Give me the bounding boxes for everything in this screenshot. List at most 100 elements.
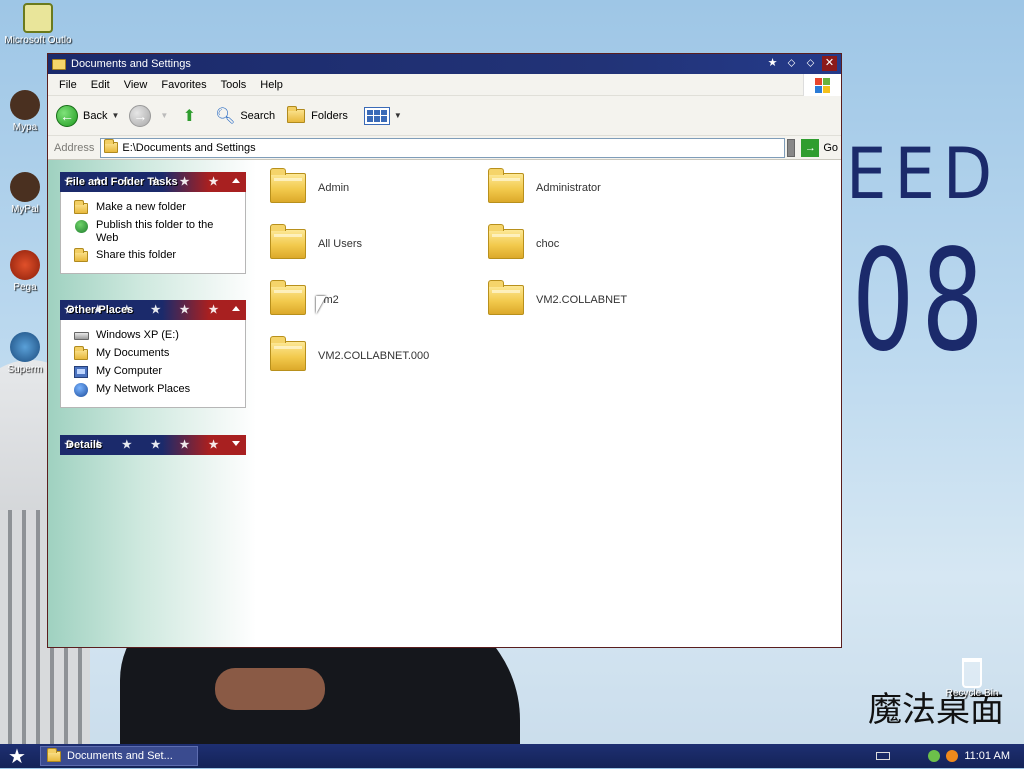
clock[interactable]: 11:01 AM <box>964 750 1010 762</box>
keyboard-icon[interactable] <box>876 752 891 760</box>
menu-favorites[interactable]: Favorites <box>154 79 213 91</box>
folder-item-choc[interactable]: choc <box>488 224 560 259</box>
panel-title: Other Places <box>66 304 134 316</box>
folder-item-vm2-collabnet[interactable]: VM2.COLLABNET <box>488 280 627 315</box>
minimize-button[interactable]: ⬦ <box>784 56 799 71</box>
panel-header[interactable]: ★ ★ ★ ★ ★ ★ ★ ★ Other Places <box>60 300 246 320</box>
folder-icon <box>270 336 306 371</box>
address-bar: Address E:\Documents and Settings → Go <box>48 136 841 160</box>
drive-icon <box>73 329 89 343</box>
toolbar: ← Back ▼ → ▼ ⬆ 🔍︎ Search Folders ▼ <box>48 96 841 136</box>
task-share-folder[interactable]: Share this folder <box>73 247 237 263</box>
share-folder-icon <box>73 247 89 263</box>
up-folder-button[interactable]: ⬆ <box>178 105 204 127</box>
folder-icon <box>488 224 524 259</box>
folder-item-administrator[interactable]: Administrator <box>488 168 601 203</box>
outlook-icon <box>23 3 53 33</box>
desktop-icon-superm[interactable]: Superm <box>0 332 50 375</box>
views-button[interactable]: ▼ <box>363 106 402 125</box>
panel-header[interactable]: ★ ★ ★ ★ ★ ★ ★ ★ File and Folder Tasks <box>60 172 246 192</box>
place-windows-xp-drive[interactable]: Windows XP (E:) <box>73 329 237 343</box>
menu-help[interactable]: Help <box>253 79 290 91</box>
details-panel: ★ ★ ★ ★ ★ ★ ★ ★ Details <box>60 435 246 455</box>
menu-edit[interactable]: Edit <box>84 79 117 91</box>
address-field[interactable]: E:\Documents and Settings <box>100 137 786 158</box>
menu-view[interactable]: View <box>117 79 155 91</box>
chevron-up-icon[interactable] <box>232 178 240 183</box>
desktop-icon-label: Superm <box>7 364 43 375</box>
folder-item-vm2[interactable]: vm2 <box>270 280 339 315</box>
place-my-network-places[interactable]: My Network Places <box>73 383 237 397</box>
desktop-icon-pega[interactable]: Pega <box>0 250 50 293</box>
desktop-icon-outlook[interactable]: Microsoft Outlo <box>3 3 73 46</box>
folder-name: choc <box>536 238 560 250</box>
chevron-down-icon[interactable]: ▼ <box>111 111 119 120</box>
maximize-button[interactable]: ⬦ <box>803 56 818 71</box>
chevron-down-icon[interactable]: ▼ <box>394 111 402 120</box>
task-label: Make a new folder <box>96 201 186 213</box>
network-tray-icon[interactable] <box>928 750 941 762</box>
address-label: Address <box>54 141 95 154</box>
back-label: Back <box>83 109 108 122</box>
shortcut-icon <box>10 90 40 120</box>
menu-file[interactable]: File <box>52 79 84 91</box>
file-folder-tasks-panel: ★ ★ ★ ★ ★ ★ ★ ★ File and Folder Tasks Ma… <box>60 172 246 274</box>
folder-name: Admin <box>318 182 350 194</box>
folder-icon <box>104 139 119 153</box>
forward-button[interactable]: → ▼ <box>129 104 168 127</box>
place-my-computer[interactable]: My Computer <box>73 365 237 379</box>
taskbar: ★ Documents and Set... 11:01 AM <box>0 744 1024 768</box>
search-label: Search <box>240 109 276 122</box>
chevron-up-icon[interactable] <box>232 306 240 311</box>
recycle-bin[interactable]: Recycle Bin <box>942 658 1002 699</box>
folder-item-vm2-collabnet-000[interactable]: VM2.COLLABNET.000 <box>270 336 429 371</box>
folder-icon <box>270 224 306 259</box>
folders-icon <box>285 105 307 127</box>
up-folder-icon: ⬆ <box>182 107 197 125</box>
folder-icon <box>488 168 524 203</box>
folder-item-all-users[interactable]: All Users <box>270 224 363 259</box>
search-button[interactable]: 🔍︎ Search <box>214 105 275 127</box>
menu-bar: File Edit View Favorites Tools Help <box>48 74 841 96</box>
task-label: Share this folder <box>96 249 177 261</box>
start-button[interactable]: ★ <box>0 744 34 768</box>
title-bar[interactable]: Documents and Settings ★ ⬦ ⬦ ✕ <box>48 54 841 74</box>
desktop-icon-mypal[interactable]: MyPal <box>0 172 50 215</box>
task-label: Publish this folder to the Web <box>96 219 214 244</box>
place-label: My Network Places <box>96 383 191 395</box>
folder-name: Administrator <box>536 182 601 194</box>
desktop-icon-mypa[interactable]: Mypa <box>0 90 50 133</box>
folder-icon <box>488 280 524 315</box>
shortcut-icon <box>10 332 40 362</box>
taskbar-item-documents[interactable]: Documents and Set... <box>40 746 198 766</box>
place-my-documents[interactable]: My Documents <box>73 345 237 361</box>
back-button[interactable]: ← Back ▼ <box>56 104 119 127</box>
folder-item-admin[interactable]: Admin <box>270 168 350 203</box>
desktop-icon-label: MyPal <box>11 204 39 215</box>
place-label: My Computer <box>96 365 163 377</box>
search-icon: 🔍︎ <box>215 107 236 125</box>
go-arrow-icon: → <box>801 138 820 157</box>
folder-icon <box>270 280 306 315</box>
folders-button[interactable]: Folders <box>285 105 348 127</box>
panel-header[interactable]: ★ ★ ★ ★ ★ ★ ★ ★ Details <box>60 435 246 455</box>
address-dropdown[interactable] <box>787 138 796 157</box>
close-button[interactable]: ✕ <box>822 56 837 71</box>
taskbar-item-label: Documents and Set... <box>67 750 173 762</box>
chevron-down-icon[interactable]: ▼ <box>160 111 168 120</box>
address-value: E:\Documents and Settings <box>122 141 256 154</box>
go-button[interactable]: → Go <box>801 138 839 157</box>
system-tray: 11:01 AM <box>876 744 1024 768</box>
go-label: Go <box>823 141 839 154</box>
task-publish-web[interactable]: Publish this folder to the Web <box>73 219 237 245</box>
panel-title: File and Folder Tasks <box>66 176 178 188</box>
chevron-down-icon[interactable] <box>232 441 240 446</box>
folder-name: All Users <box>318 238 363 250</box>
wallpaper-text-eed: EED <box>846 134 1001 216</box>
menu-tools[interactable]: Tools <box>214 79 254 91</box>
shortcut-icon <box>10 250 40 280</box>
search-tray-icon[interactable] <box>946 750 959 762</box>
panel-title: Details <box>66 439 103 451</box>
mouse-cursor-icon <box>316 296 326 314</box>
task-make-new-folder[interactable]: Make a new folder <box>73 199 237 215</box>
